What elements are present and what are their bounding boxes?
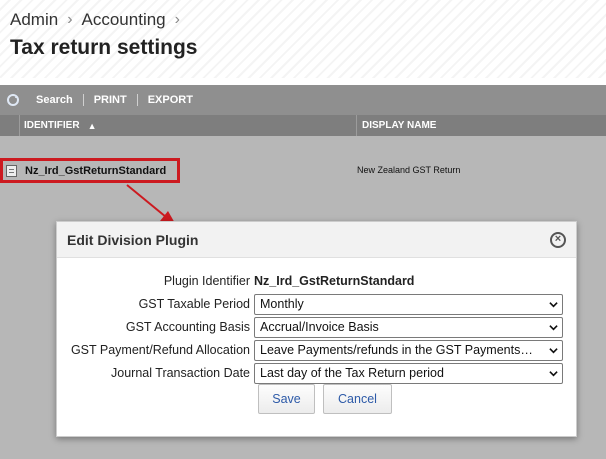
column-identifier-label: IDENTIFIER bbox=[24, 120, 80, 131]
chevron-down-icon bbox=[549, 347, 558, 353]
gst-taxable-period-value: Monthly bbox=[260, 297, 304, 311]
dialog-header: Edit Division Plugin × bbox=[57, 222, 576, 258]
gst-accounting-basis-value: Accrual/Invoice Basis bbox=[260, 320, 379, 334]
column-display-name[interactable]: DISPLAY NAME bbox=[357, 120, 436, 131]
gst-taxable-period-row: GST Taxable Period Monthly bbox=[57, 293, 578, 315]
chevron-right-icon: › bbox=[67, 11, 73, 28]
row-select-gutter bbox=[0, 115, 20, 136]
print-button[interactable]: PRINT bbox=[84, 94, 137, 106]
gst-accounting-basis-row: GST Accounting Basis Accrual/Invoice Bas… bbox=[57, 316, 578, 338]
breadcrumb: Admin › Accounting › bbox=[10, 10, 189, 30]
journal-transaction-date-select[interactable]: Last day of the Tax Return period bbox=[254, 362, 563, 384]
chevron-down-icon bbox=[549, 370, 558, 376]
cancel-button[interactable]: Cancel bbox=[323, 384, 392, 414]
gst-payment-refund-allocation-row: GST Payment/Refund Allocation Leave Paym… bbox=[57, 339, 578, 361]
breadcrumb-accounting[interactable]: Accounting bbox=[82, 10, 166, 30]
journal-transaction-date-label: Journal Transaction Date bbox=[111, 366, 250, 380]
gst-taxable-period-label: GST Taxable Period bbox=[138, 297, 250, 311]
export-button[interactable]: EXPORT bbox=[138, 94, 203, 106]
table-row[interactable]: Nz_Ird_GstReturnStandard bbox=[0, 158, 180, 183]
journal-transaction-date-value: Last day of the Tax Return period bbox=[260, 366, 444, 380]
plugin-identifier-label: Plugin Identifier bbox=[163, 274, 250, 288]
gst-taxable-period-select[interactable]: Monthly bbox=[254, 293, 563, 315]
close-icon[interactable]: × bbox=[550, 231, 566, 248]
dialog-buttons: Save Cancel bbox=[258, 384, 392, 414]
dialog-title: Edit Division Plugin bbox=[67, 231, 199, 248]
chevron-right-icon: › bbox=[174, 11, 180, 28]
journal-transaction-date-row: Journal Transaction Date Last day of the… bbox=[57, 362, 578, 384]
toolbar: Search PRINT EXPORT bbox=[0, 85, 606, 115]
document-icon bbox=[6, 164, 17, 177]
sort-ascending-icon: ▲ bbox=[87, 120, 97, 131]
column-identifier[interactable]: IDENTIFIER ▲ bbox=[20, 115, 357, 136]
gst-payment-refund-allocation-label: GST Payment/Refund Allocation bbox=[70, 343, 250, 357]
plugin-identifier-value: Nz_Ird_GstReturnStandard bbox=[254, 274, 415, 288]
gst-accounting-basis-select[interactable]: Accrual/Invoice Basis bbox=[254, 316, 563, 338]
column-header: IDENTIFIER ▲ DISPLAY NAME bbox=[0, 115, 606, 136]
search-button[interactable]: Search bbox=[26, 94, 83, 106]
chevron-down-icon bbox=[549, 324, 558, 330]
page-title: Tax return settings bbox=[10, 36, 198, 59]
gst-payment-refund-allocation-select[interactable]: Leave Payments/refunds in the GST Paymen… bbox=[254, 339, 563, 361]
row-display-name: New Zealand GST Return bbox=[357, 165, 461, 175]
edit-division-plugin-dialog: Edit Division Plugin × Plugin Identifier… bbox=[56, 221, 577, 437]
plugin-identifier-row: Plugin Identifier Nz_Ird_GstReturnStanda… bbox=[57, 270, 578, 292]
refresh-icon[interactable] bbox=[0, 85, 26, 115]
gst-accounting-basis-label: GST Accounting Basis bbox=[125, 320, 250, 334]
breadcrumb-admin[interactable]: Admin bbox=[10, 10, 58, 30]
row-identifier[interactable]: Nz_Ird_GstReturnStandard bbox=[25, 165, 166, 177]
chevron-down-icon bbox=[549, 301, 558, 307]
gst-payment-refund-allocation-value: Leave Payments/refunds in the GST Paymen… bbox=[260, 343, 533, 357]
save-button[interactable]: Save bbox=[258, 384, 315, 414]
